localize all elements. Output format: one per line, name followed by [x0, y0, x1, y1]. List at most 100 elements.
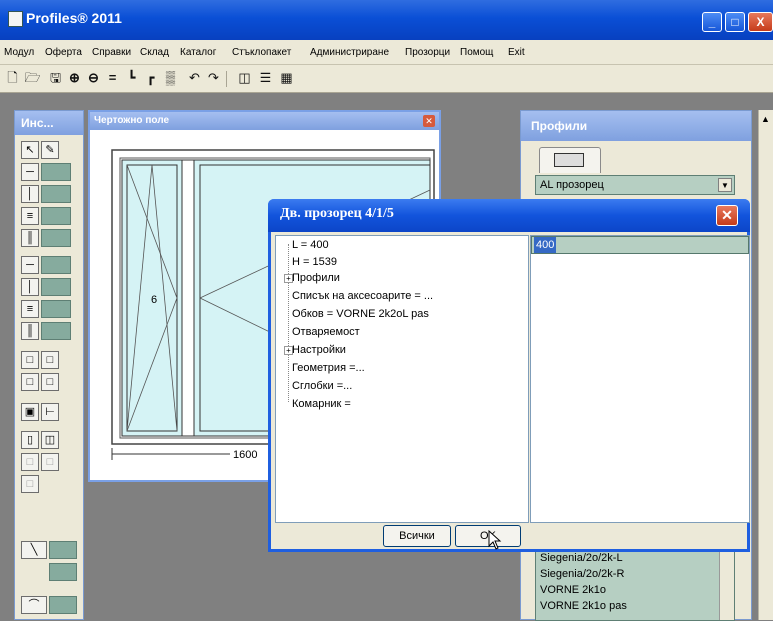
mullion-v-icon[interactable]: │: [21, 278, 39, 296]
frame-right-icon[interactable]: □: [41, 373, 59, 391]
profile-l-icon[interactable]: ┗: [123, 69, 140, 87]
frame-bottom-icon[interactable]: □: [21, 373, 39, 391]
tool-swatch[interactable]: [41, 256, 71, 274]
dialog-title: Дв. прозорец 4/1/5: [280, 206, 394, 221]
maximize-button[interactable]: □: [725, 12, 745, 32]
value-panel: 400: [530, 235, 750, 523]
tool-swatch[interactable]: [41, 207, 71, 225]
tree-item-hardware[interactable]: Обков = VORNE 2k2oL pas: [292, 307, 429, 321]
tool-panel: Инс... ↖ ✎ ─ │ ≡ ║ ─ │ ≡ ║ □ □ □ □ ▣ ⊢ ▯…: [14, 110, 84, 620]
slope-icon[interactable]: ╲: [21, 541, 47, 559]
menu-administration[interactable]: Администриране: [310, 47, 389, 58]
menu-module[interactable]: Модул: [4, 47, 34, 58]
width-dimension: 1600: [233, 449, 257, 461]
tree-item-height[interactable]: H = 1539: [292, 255, 337, 269]
menu-warehouse[interactable]: Склад: [140, 47, 169, 58]
tool-swatch[interactable]: [41, 229, 71, 247]
menu-help[interactable]: Помощ: [460, 47, 493, 58]
grid-icon[interactable]: ▒: [162, 69, 179, 87]
zoom-out-icon[interactable]: ⊖: [85, 69, 102, 87]
tree-item-geometry[interactable]: Геометрия =...: [292, 361, 365, 375]
zoom-in-icon[interactable]: ⊕: [66, 69, 83, 87]
chevron-down-icon[interactable]: ▼: [718, 178, 732, 192]
frame-icon[interactable]: □: [21, 351, 39, 369]
mullions-v-icon[interactable]: ║: [21, 322, 39, 340]
menu-catalog[interactable]: Каталог: [180, 47, 216, 58]
door-icon[interactable]: ▯: [21, 431, 39, 449]
properties-dialog: Дв. прозорец 4/1/5 ✕ L = 400 H = 1539 + …: [268, 199, 750, 552]
disabled-tool-icon: □: [41, 453, 59, 471]
tool-swatch[interactable]: [41, 163, 71, 181]
property-tree: L = 400 H = 1539 + Профили Списък на акс…: [275, 235, 529, 523]
drawing-close-icon[interactable]: ✕: [423, 115, 435, 127]
tool-swatch[interactable]: [49, 563, 77, 581]
tree-item-opening[interactable]: Отваряемост: [292, 325, 360, 339]
equal-icon[interactable]: =: [104, 69, 121, 87]
mullions-h-icon[interactable]: ≡: [21, 300, 39, 318]
menu-offer[interactable]: Оферта: [45, 47, 82, 58]
dialog-title-bar: Дв. прозорец 4/1/5 ✕: [268, 199, 750, 232]
tool-swatch[interactable]: [41, 300, 71, 318]
value-field[interactable]: 400: [531, 236, 749, 254]
menu-reports[interactable]: Справки: [92, 47, 131, 58]
view-split-icon[interactable]: ◫: [236, 69, 253, 87]
menu-glass-unit[interactable]: Стъклопакет: [232, 47, 291, 58]
list-item[interactable]: VORNE 2k1o: [540, 584, 606, 596]
tree-item-joints[interactable]: Сглобки =...: [292, 379, 352, 393]
handle-icon[interactable]: ⊢: [41, 403, 59, 421]
save-icon[interactable]: 🖫: [47, 69, 64, 87]
profile-type-value: AL прозорец: [540, 179, 604, 191]
app-title: Profiles® 2011: [26, 10, 122, 26]
profiles-tab[interactable]: [539, 147, 601, 173]
tool-swatch[interactable]: [41, 322, 71, 340]
toolbar: 🗋 🗁 🖫 ⊕ ⊖ = ┗ ┏ ▒ ↶ ↷ ◫ ☰ ▦: [0, 65, 773, 93]
profiles-list[interactable]: Siegenia/2o/2k-L Siegenia/2o/2k-R VORNE …: [535, 551, 735, 621]
app-icon: [8, 11, 23, 27]
mullion-h-icon[interactable]: ─: [21, 256, 39, 274]
tool-swatch[interactable]: [49, 541, 77, 559]
tool-swatch[interactable]: [49, 596, 77, 614]
pointer-icon[interactable]: ↖: [21, 141, 39, 159]
profile-t-icon[interactable]: ┏: [142, 69, 159, 87]
frame-top-icon[interactable]: □: [41, 351, 59, 369]
tree-item-length[interactable]: L = 400: [292, 238, 329, 252]
scroll-up-icon[interactable]: ▲: [761, 114, 770, 124]
menu-exit[interactable]: Exit: [508, 47, 525, 58]
new-icon[interactable]: 🗋: [4, 69, 21, 87]
profile-type-select[interactable]: AL прозорец ▼: [535, 175, 735, 195]
tree-item-accessories[interactable]: Списък на аксесоарите = ...: [292, 289, 433, 303]
tree-item-mosquito-net[interactable]: Комарник =: [292, 397, 351, 411]
open-icon[interactable]: 🗁: [24, 69, 41, 87]
tool-swatch[interactable]: [41, 185, 71, 203]
redo-icon[interactable]: ↷: [205, 69, 222, 87]
horizontal-bar-icon[interactable]: ─: [21, 163, 39, 181]
menu-bar: Модул Оферта Справки Склад Каталог Стъкл…: [0, 40, 773, 65]
mouse-cursor-icon: [488, 530, 502, 550]
sash-icon[interactable]: ▣: [21, 403, 39, 421]
tree-item-settings[interactable]: Настройки: [292, 343, 346, 357]
view-list-icon[interactable]: ☰: [257, 69, 274, 87]
profile-section-icon: [554, 153, 584, 167]
view-table-icon[interactable]: ▦: [278, 69, 295, 87]
profiles-panel-title: Профили: [521, 111, 751, 141]
list-item[interactable]: VORNE 2k1o pas: [540, 600, 627, 612]
tree-item-profiles[interactable]: Профили: [292, 271, 340, 285]
vertical-bars-icon[interactable]: ║: [21, 229, 39, 247]
horizontal-bars-icon[interactable]: ≡: [21, 207, 39, 225]
undo-icon[interactable]: ↶: [186, 69, 203, 87]
tool-swatch[interactable]: [41, 278, 71, 296]
list-scrollbar[interactable]: [719, 552, 734, 620]
all-button[interactable]: Всички: [383, 525, 451, 547]
minimize-button[interactable]: _: [702, 12, 722, 32]
disabled-tool-icon: □: [21, 475, 39, 493]
arc-icon[interactable]: ⌒: [21, 596, 47, 614]
menu-windows[interactable]: Прозорци: [405, 47, 450, 58]
list-item[interactable]: Siegenia/2o/2k-R: [540, 568, 624, 580]
close-button[interactable]: X: [748, 12, 773, 32]
dialog-close-icon[interactable]: ✕: [716, 205, 738, 226]
list-item[interactable]: Siegenia/2o/2k-L: [540, 552, 623, 564]
main-scrollbar[interactable]: ▲: [758, 110, 773, 620]
vertical-bar-icon[interactable]: │: [21, 185, 39, 203]
eraser-icon[interactable]: ✎: [41, 141, 59, 159]
double-door-icon[interactable]: ◫: [41, 431, 59, 449]
